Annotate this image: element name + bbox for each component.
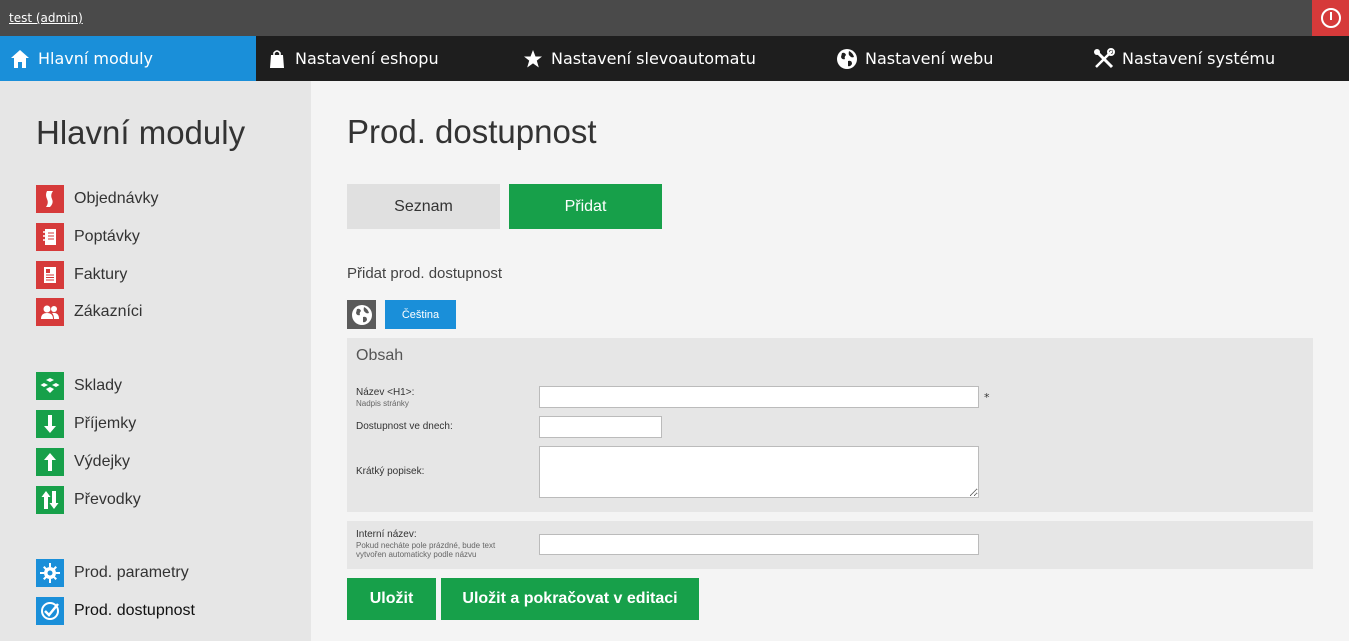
boxes-icon [36,372,64,400]
check-circle-icon [36,597,64,625]
sidebar-item-faktury[interactable]: Faktury [36,261,127,289]
sidebar-item-label: Objednávky [74,190,159,207]
tools-icon [1093,47,1115,70]
popisek-textarea[interactable] [539,446,979,498]
shopping-bag-icon [266,48,288,70]
label-text: Název <H1>: [356,387,415,398]
sidebar-item-label: Poptávky [74,228,140,245]
logout-button[interactable] [1312,0,1349,36]
sidebar-item-label: Sklady [74,377,123,394]
sidebar-item-label: Prod. dostupnost [74,602,195,619]
sidebar-item-label: Prod. parametry [74,564,189,581]
home-icon [9,48,31,70]
sidebar-title: Hlavní moduly [36,114,246,151]
nav-item-label: Nastavení webu [865,49,994,68]
field-label-nazev: Název <H1>: Nadpis stránky [356,387,414,408]
save-continue-button[interactable]: Uložit a pokračovat v editaci [441,578,699,620]
nav-item-label: Nastavení systému [1122,49,1276,68]
label-text: Dostupnost ve dnech: [356,421,453,432]
sidebar-item-zakaznici[interactable]: Zákazníci [36,298,142,326]
sidebar-item-vydejky[interactable]: Výdejky [36,448,130,476]
notebook-icon [36,223,64,251]
orders-icon [36,185,64,213]
top-bar: test (admin) [0,0,1349,36]
nav-item-label: Nastavení slevoautomatu [551,49,756,68]
sidebar-item-poptavky[interactable]: Poptávky [36,223,140,251]
invoice-icon [36,261,64,289]
required-mark: * [984,391,990,404]
arrow-up-icon [36,448,64,476]
field-label-popisek: Krátký popisek: [356,466,424,477]
nazev-input[interactable] [539,386,979,408]
sidebar-item-prod-parametry[interactable]: Prod. parametry [36,559,189,587]
globe-icon [351,304,372,325]
label-text: Krátký popisek: [356,466,425,477]
arrow-down-icon [36,410,64,438]
sidebar: Hlavní moduly [0,81,311,641]
sidebar-item-label: Převodky [74,491,141,508]
sidebar-item-label: Výdejky [74,453,131,470]
nav-item-nastaveni-slevoautomatu[interactable]: Nastavení slevoautomatu [522,36,756,81]
main-nav: Hlavní moduly Nastavení eshopu Nastavení… [0,36,1349,81]
sidebar-item-prevodky[interactable]: Převodky [36,486,141,514]
users-icon [36,298,64,326]
label-sub: Pokud necháte pole prázdné, bude text vy… [356,541,496,559]
sidebar-item-label: Zákazníci [74,303,143,320]
page-title: Prod. dostupnost [347,113,597,150]
field-label-interni: Interní název: Pokud necháte pole prázdn… [356,529,526,559]
language-globe [347,300,376,329]
tab-seznam[interactable]: Seznam [347,184,500,229]
form-subheading: Přidat prod. dostupnost [347,265,503,282]
power-icon [1320,8,1341,28]
label-text: Interní název: [356,529,417,540]
user-link[interactable]: test (admin) [9,11,83,25]
tab-pridat[interactable]: Přidat [509,184,662,229]
sidebar-item-prijemky[interactable]: Příjemky [36,410,136,438]
interni-nazev-input[interactable] [539,534,979,555]
language-button-cestina[interactable]: Čeština [385,300,456,329]
panel-title: Obsah [356,347,404,364]
sidebar-item-prod-dostupnost[interactable]: Prod. dostupnost [36,597,195,625]
sidebar-item-label: Příjemky [74,415,137,432]
nav-item-hlavni-moduly[interactable]: Hlavní moduly [0,36,256,81]
nav-item-nastaveni-systemu[interactable]: Nastavení systému [1093,36,1275,81]
field-label-dostupnost: Dostupnost ve dnech: [356,421,453,432]
star-icon [522,48,544,70]
transfer-icon [36,486,64,514]
sidebar-item-sklady[interactable]: Sklady [36,372,122,400]
sidebar-item-objednavky[interactable]: Objednávky [36,185,159,213]
nav-item-nastaveni-webu[interactable]: Nastavení webu [836,36,993,81]
dostupnost-input[interactable] [539,416,662,438]
sidebar-item-label: Faktury [74,266,128,283]
gear-icon [36,559,64,587]
nav-item-label: Nastavení eshopu [295,49,439,68]
nav-item-nastaveni-eshopu[interactable]: Nastavení eshopu [266,36,439,81]
save-button[interactable]: Uložit [347,578,436,620]
nav-item-label: Hlavní moduly [38,49,154,68]
label-sub: Nadpis stránky [356,399,409,408]
globe-icon [836,48,858,70]
